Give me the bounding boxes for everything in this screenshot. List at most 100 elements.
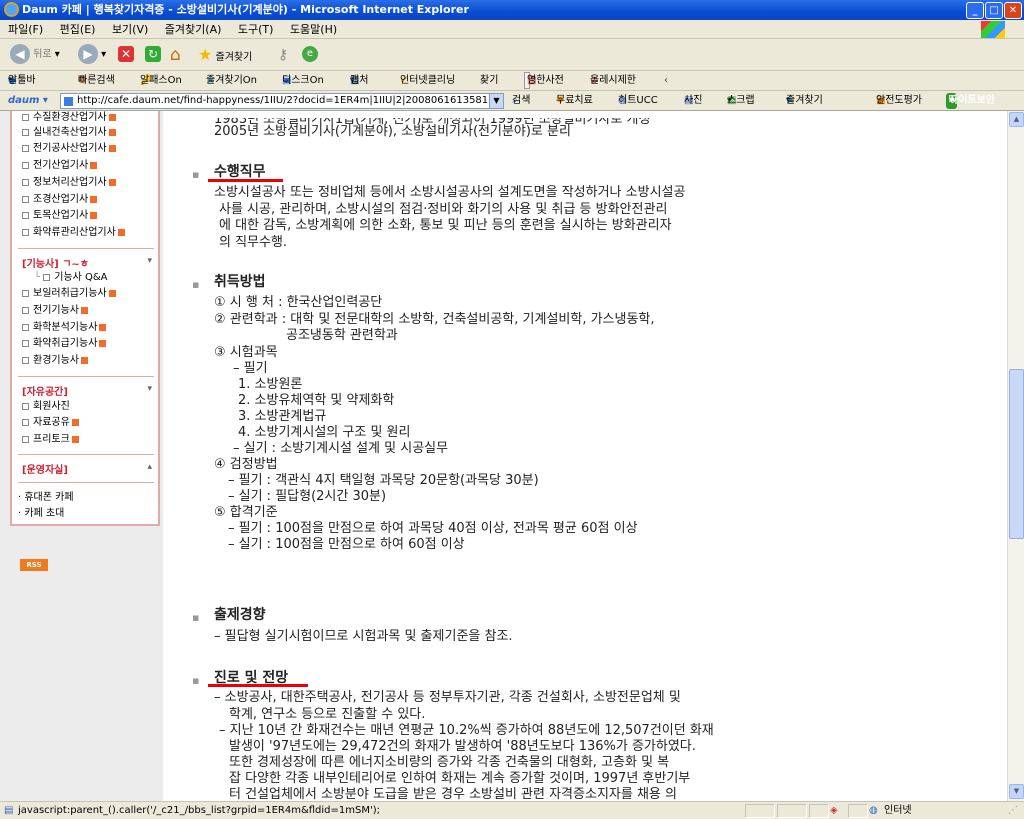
title-bar: Daum 카페 | 행복찾기자격증 - 소방설비기사(기계분야) - Micro… [0, 0, 1024, 20]
tools-button[interactable]: ⚷ [278, 44, 288, 66]
method-line: 2. 소방유체역학 및 약제화학 [238, 393, 395, 408]
sidebar-section-gineungsa[interactable]: [기능사] ㄱ~ㅎ [22, 255, 89, 270]
sidebar-item[interactable]: 실내건축산업기사 [22, 126, 116, 140]
address-dropdown-icon[interactable]: ▼ [489, 94, 503, 108]
sidebar-item-label: 조경산업기사 [33, 194, 89, 205]
bullet-icon: ▪ [192, 278, 200, 291]
fold-icon[interactable]: ▾ [147, 256, 152, 266]
menu-help[interactable]: 도움말(H) [290, 23, 337, 36]
duty-line: 에 대한 감독, 소방계획에 의한 소화, 통보 및 피난 등의 훈련을 실시하… [219, 218, 672, 233]
sidebar-item-label: 실내건축산업기사 [33, 127, 107, 138]
sidebar-item[interactable]: 전기산업기사 [22, 159, 98, 173]
scroll-down-icon[interactable]: ▼ [1009, 784, 1024, 799]
sidebar-item[interactable]: 화약류관리산업기사 [22, 226, 125, 240]
page-icon: ▤ [4, 805, 14, 816]
sidebar-section-free[interactable]: [자유공간] [22, 383, 68, 398]
menu-bar: 파일(F) 편집(E) 보기(V) 즐겨찾기(A) 도구(T) 도움말(H) [0, 20, 1024, 39]
sidebar-subitem-qa[interactable]: └ 기능사 Q&A [34, 271, 108, 285]
altoolbar-button[interactable]: ◉ 알툴바 ▾ [8, 71, 36, 90]
board-icon [22, 323, 29, 331]
scroll-thumb[interactable] [1009, 369, 1024, 539]
sidebar-item[interactable]: 보일러취급기능사 [22, 287, 116, 301]
address-input[interactable]: http://cafe.daum.net/find-happyness/1IIU… [60, 93, 504, 109]
cafe-invite-link[interactable]: · 카페 초대 [18, 507, 64, 521]
menu-edit[interactable]: 편집(E) [60, 23, 96, 36]
career-line: 발생이 '97년도에는 29,472건의 화재가 발생하여 '88년도보다 13… [229, 739, 696, 754]
method-line: – 실기 : 100점을 만점으로 하여 60점 이상 [228, 537, 465, 552]
status-cell [745, 804, 775, 818]
address-toolbar: daum ▾ http://cafe.daum.net/find-happyne… [0, 91, 1024, 111]
vertical-scrollbar[interactable]: ▲ ▼ [1007, 111, 1024, 801]
scroll-up-icon[interactable]: ▲ [1009, 112, 1024, 127]
favorites-button[interactable]: ★ 즐겨찾기 [198, 44, 252, 66]
sidebar-item[interactable]: 프리토크 [22, 433, 79, 447]
sidebar-item[interactable]: 전기기능사 [22, 304, 88, 318]
sidebar-section-op[interactable]: [운영자실] [22, 461, 68, 476]
board-icon [22, 306, 29, 314]
sidebar-item[interactable]: 화약취급기능사 [22, 337, 107, 351]
sidebar-item[interactable]: 수질환경산업기사 [22, 111, 116, 125]
new-icon [117, 228, 125, 236]
heading-method: 취득방법 [214, 274, 266, 290]
media-button[interactable]: e [302, 44, 318, 66]
links-chevron-icon[interactable]: ‹ [664, 71, 668, 90]
status-text: javascript:parent_().caller('/_c21_/bbs_… [18, 805, 380, 816]
rss-button[interactable]: RSS [20, 559, 48, 571]
sidebar-item[interactable]: 회원사진 [22, 400, 70, 414]
sidebar-item-label: 전기기능사 [33, 305, 79, 316]
career-line: 잡 다양한 각종 내부인테리어로 인하여 화재는 계속 증가할 것이며, 199… [229, 771, 691, 786]
sidebar-item[interactable]: 정보처리산업기사 [22, 176, 116, 190]
sidebar-item[interactable]: 화학분석기능사 [22, 321, 107, 335]
sidebar-item-label: 프리토크 [33, 434, 70, 445]
sidebar-item[interactable]: 조경산업기사 [22, 193, 98, 207]
fold-icon[interactable]: ▴ [147, 462, 152, 472]
method-line: ③ 시험과목 [214, 345, 278, 360]
refresh-icon: ↻ [145, 46, 161, 62]
maximize-button[interactable]: □ [985, 2, 1003, 19]
fav2-label: 즐겨찾기 [786, 95, 823, 106]
sidebar-item[interactable]: 환경기능사 [22, 354, 88, 368]
home-button[interactable]: ⌂ [170, 44, 181, 66]
mobile-cafe-link[interactable]: · 휴대폰 카페 [18, 491, 74, 505]
career-line: 터 건설업체에서 소방분야 도급을 받은 경우 소방설비 관련 자격증소지자를 … [229, 787, 677, 801]
fav2-button[interactable]: ★ 즐겨찾기 ▾ [786, 91, 823, 110]
sidebar-item[interactable]: 전기공사산업기사 [22, 142, 116, 156]
method-line: ④ 검정방법 [214, 457, 278, 472]
menu-favorites[interactable]: 즐겨찾기(A) [165, 23, 222, 36]
back-button[interactable]: ◀ 뒤로 ▾ [10, 44, 60, 66]
new-icon [81, 306, 88, 314]
refresh-button[interactable]: ↻ [145, 44, 161, 66]
sitecheck-button[interactable]: ⛨ 사이트보안 ▾ [946, 93, 995, 109]
board-icon [22, 228, 29, 236]
capture-button[interactable]: ▦ 캡처 ▾ [350, 71, 368, 90]
board-icon [22, 178, 29, 186]
windows-logo-icon [981, 21, 1005, 38]
sidebar-item[interactable]: 자료공유 [22, 416, 79, 430]
career-line: 학계, 연구소 등으로 진출할 수 있다. [229, 707, 426, 722]
fold-icon[interactable]: ▾ [147, 384, 152, 394]
popup-block-icon[interactable]: ◈ [830, 802, 838, 819]
forward-button[interactable]: ▶ ▾ [78, 44, 106, 66]
menu-tools[interactable]: 도구(T) [238, 23, 274, 36]
stop-button[interactable]: ✕ [118, 44, 134, 66]
duty-line: 사를 시공, 관리하며, 소방시설의 점검·정비와 화기의 사용 및 취급 등 … [219, 202, 668, 217]
menu-view[interactable]: 보기(V) [112, 23, 148, 36]
bullet-icon: ▪ [192, 674, 200, 687]
duty-line: 소방시설공사 또는 정비업체 등에서 소방시설공사의 설계도면을 작성하거나 소… [214, 185, 686, 200]
board-icon [22, 402, 29, 410]
sidebar-item[interactable]: 토목산업기사 [22, 209, 98, 223]
method-line: – 필기 [233, 361, 268, 376]
resize-grip-icon[interactable]: ⋰ [1008, 802, 1018, 819]
scrap-button[interactable]: ▨ 스크랩 ▾ [727, 91, 755, 110]
menu-file[interactable]: 파일(F) [8, 23, 43, 36]
window-title: Daum 카페 | 행복찾기자격증 - 소방설비기사(기계분야) - Micro… [22, 3, 469, 16]
method-line: – 필기 : 100점을 만점으로 하여 과목당 40점 이상, 전과목 평균 … [228, 521, 638, 536]
sidebar-item-label: 정보처리산업기사 [33, 177, 107, 188]
netclean-label: 인터넷클리닝 [400, 75, 456, 86]
new-icon [108, 178, 116, 186]
close-button[interactable]: ✕ [1004, 2, 1022, 19]
career-line: – 지난 10년 간 화재건수는 매년 연평균 10.2%씩 증가하여 88년도… [219, 723, 714, 738]
minimize-button[interactable]: _ [966, 2, 984, 19]
sidebar-item-label: 화약취급기능사 [33, 338, 98, 349]
dict-button[interactable]: ▥ 영한사전 [524, 72, 564, 89]
